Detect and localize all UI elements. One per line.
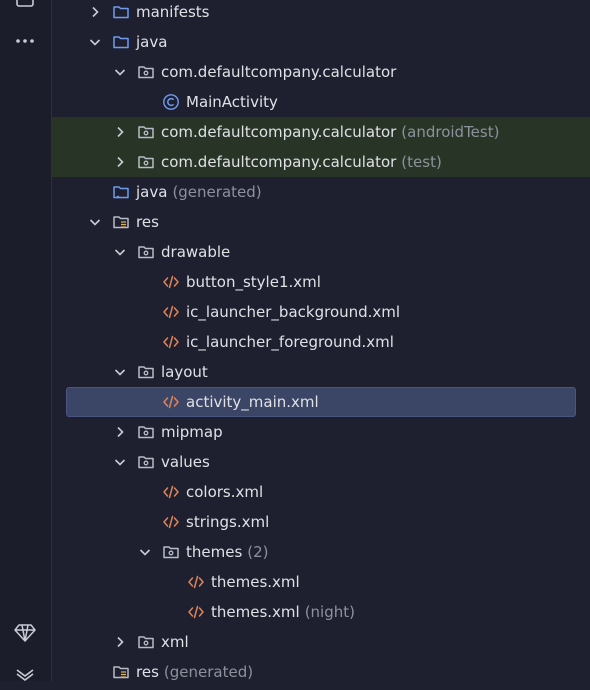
- tree-node-label: colors.xml: [186, 483, 264, 501]
- tree-node-suffix: (generated): [163, 663, 254, 681]
- tree-node-themes-xml-night[interactable]: themes.xml (night): [52, 597, 590, 627]
- vcs-icon[interactable]: [13, 662, 37, 686]
- tree-node-label: activity_main.xml: [186, 393, 319, 411]
- tree-node-label: java: [136, 33, 168, 51]
- tree-node-button-style1[interactable]: button_style1.xml: [52, 267, 590, 297]
- package-icon: [138, 66, 154, 79]
- tree-node-label: strings.xml: [186, 513, 270, 531]
- tree-node-label: com.defaultcompany.calculator: [161, 153, 397, 171]
- chevron-down-icon[interactable]: [113, 65, 127, 79]
- package-icon: [138, 246, 154, 259]
- tree-node-mipmap[interactable]: mipmap: [52, 417, 590, 447]
- tree-node-ic-launcher-foreground[interactable]: ic_launcher_foreground.xml: [52, 327, 590, 357]
- tree-node-java-generated[interactable]: java (generated): [52, 177, 590, 207]
- package-icon: [138, 456, 154, 469]
- tree-node-package-test[interactable]: com.defaultcompany.calculator (test): [52, 147, 590, 177]
- tree-node-manifests[interactable]: manifests: [52, 0, 590, 27]
- tree-node-label: mipmap: [161, 423, 223, 441]
- xml-file-icon: [163, 335, 179, 349]
- tree-node-label: ic_launcher_background.xml: [186, 303, 401, 321]
- tree-node-label: button_style1.xml: [186, 273, 321, 291]
- chevron-right-icon[interactable]: [113, 635, 127, 649]
- tree-node-label: res: [136, 663, 159, 681]
- xml-file-icon: [163, 395, 179, 409]
- tree-node-activity-main[interactable]: activity_main.xml: [52, 387, 590, 417]
- chevron-down-icon[interactable]: [138, 545, 152, 559]
- tree-node-ic-launcher-background[interactable]: ic_launcher_background.xml: [52, 297, 590, 327]
- tree-node-themes-xml[interactable]: themes.xml: [52, 567, 590, 597]
- tree-node-values[interactable]: values: [52, 447, 590, 477]
- tree-node-package-android-test[interactable]: com.defaultcompany.calculator (androidTe…: [52, 117, 590, 147]
- tree-node-label: com.defaultcompany.calculator: [161, 63, 397, 81]
- tree-node-package-main[interactable]: com.defaultcompany.calculator: [52, 57, 590, 87]
- tree-node-label: MainActivity: [186, 93, 278, 111]
- tree-node-label: xml: [161, 633, 189, 651]
- tree-node-label: values: [161, 453, 210, 471]
- tree-node-colors[interactable]: colors.xml: [52, 477, 590, 507]
- tree-node-layout[interactable]: layout: [52, 357, 590, 387]
- tree-node-main-activity[interactable]: MainActivity: [52, 87, 590, 117]
- tree-node-label: com.defaultcompany.calculator: [161, 123, 397, 141]
- class-icon: [163, 94, 179, 110]
- chevron-right-icon[interactable]: [113, 425, 127, 439]
- tree-node-label: themes: [186, 543, 243, 561]
- xml-file-icon: [188, 575, 204, 589]
- chevron-right-icon[interactable]: [113, 155, 127, 169]
- chevron-down-icon[interactable]: [113, 245, 127, 259]
- package-icon: [138, 156, 154, 169]
- xml-file-icon: [188, 605, 204, 619]
- xml-file-icon: [163, 515, 179, 529]
- more-icon[interactable]: [13, 29, 37, 53]
- chevron-down-icon[interactable]: [113, 365, 127, 379]
- tree-node-themes-folder[interactable]: themes (2): [52, 537, 590, 567]
- package-icon: [138, 126, 154, 139]
- tree-node-strings[interactable]: strings.xml: [52, 507, 590, 537]
- tree-node-label: drawable: [161, 243, 231, 261]
- diamond-icon[interactable]: [13, 620, 37, 644]
- tree-node-label: layout: [161, 363, 208, 381]
- tool-window-sidebar: [0, 0, 52, 681]
- tree-node-label: java: [136, 183, 168, 201]
- tree-node-label: res: [136, 213, 159, 231]
- generated-folder-icon: [113, 186, 129, 199]
- tree-node-xml[interactable]: xml: [52, 627, 590, 657]
- folder-icon: [113, 36, 129, 49]
- tree-node-java[interactable]: java: [52, 27, 590, 57]
- tree-node-label: themes.xml: [211, 573, 300, 591]
- package-icon: [138, 636, 154, 649]
- chevron-down-icon[interactable]: [88, 215, 102, 229]
- tree-node-res[interactable]: res: [52, 207, 590, 237]
- package-icon: [163, 546, 179, 559]
- tree-node-label: manifests: [136, 3, 210, 21]
- tree-node-res-generated[interactable]: res (generated): [52, 657, 590, 687]
- chevron-right-icon[interactable]: [88, 5, 102, 19]
- tree-node-suffix: (2): [247, 543, 269, 561]
- chevron-right-icon[interactable]: [113, 125, 127, 139]
- chevron-down-icon[interactable]: [113, 455, 127, 469]
- tree-node-label: ic_launcher_foreground.xml: [186, 333, 394, 351]
- tree-node-suffix: (androidTest): [401, 123, 500, 141]
- resources-folder-icon: [113, 666, 129, 679]
- tree-node-suffix: (test): [401, 153, 442, 171]
- xml-file-icon: [163, 275, 179, 289]
- tree-node-label: themes.xml: [211, 603, 300, 621]
- tree-node-suffix: (night): [304, 603, 355, 621]
- xml-file-icon: [163, 485, 179, 499]
- folder-icon[interactable]: [13, 0, 37, 12]
- project-tree: manifests java com.defaultcompany.calcul…: [52, 0, 590, 687]
- resources-folder-icon: [113, 216, 129, 229]
- folder-icon: [113, 6, 129, 19]
- xml-file-icon: [163, 305, 179, 319]
- package-icon: [138, 366, 154, 379]
- chevron-down-icon[interactable]: [88, 35, 102, 49]
- tree-node-drawable[interactable]: drawable: [52, 237, 590, 267]
- tree-node-suffix: (generated): [172, 183, 262, 201]
- package-icon: [138, 426, 154, 439]
